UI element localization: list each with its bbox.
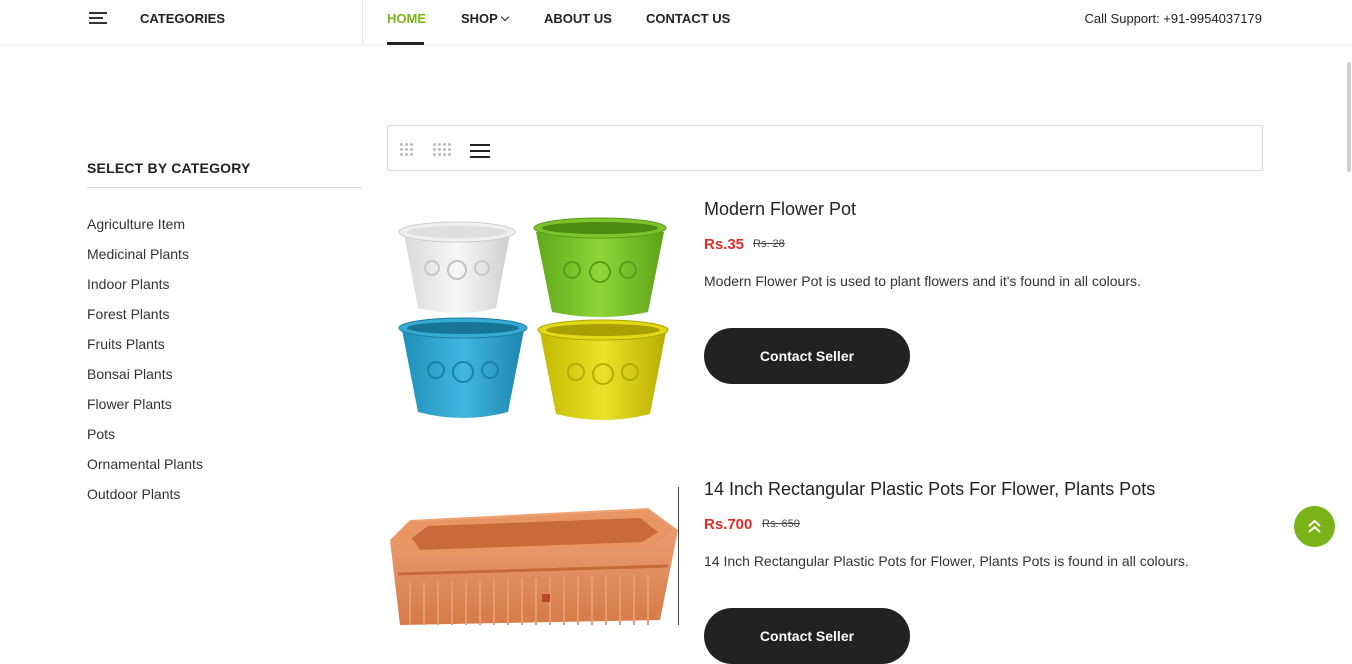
categories-label[interactable]: CATEGORIES	[140, 11, 225, 26]
hamburger-menu-icon[interactable]	[89, 12, 107, 26]
category-item-forest[interactable]: Forest Plants	[87, 306, 203, 336]
nav-shop[interactable]: SHOP	[461, 11, 510, 26]
page-scrollbar[interactable]	[1347, 62, 1351, 172]
contact-seller-button[interactable]: Contact Seller	[704, 328, 910, 384]
product-image-rectangular-pot[interactable]	[390, 490, 678, 625]
product-old-price: Rs. 650	[762, 518, 800, 530]
nav-contact-us[interactable]: CONTACT US	[646, 11, 730, 26]
category-item-medicinal[interactable]: Medicinal Plants	[87, 246, 203, 276]
nav-active-underline	[387, 42, 424, 45]
nav-home[interactable]: HOME	[387, 11, 426, 26]
product-old-price: Rs. 28	[753, 238, 785, 250]
product-description: Modern Flower Pot is used to plant flowe…	[704, 273, 1141, 289]
category-item-bonsai[interactable]: Bonsai Plants	[87, 366, 203, 396]
image-divider	[678, 487, 679, 625]
top-navbar: CATEGORIES HOME SHOP ABOUT US CONTACT US…	[0, 0, 1352, 45]
category-item-agriculture[interactable]: Agriculture Item	[87, 216, 203, 246]
nav-about-us[interactable]: ABOUT US	[544, 11, 612, 26]
call-support: Call Support: +91-9954037179	[1084, 11, 1262, 26]
product-price: Rs.700	[704, 516, 753, 533]
category-list: Agriculture Item Medicinal Plants Indoor…	[87, 216, 203, 516]
nav-shop-label: SHOP	[461, 11, 498, 26]
product-title[interactable]: 14 Inch Rectangular Plastic Pots For Flo…	[704, 479, 1155, 500]
category-item-fruits[interactable]: Fruits Plants	[87, 336, 203, 366]
sidebar-divider	[87, 187, 362, 188]
grid-4-icon[interactable]	[433, 143, 451, 156]
contact-seller-button[interactable]: Contact Seller	[704, 608, 910, 664]
product-image-flower-pots[interactable]	[390, 212, 675, 427]
category-item-indoor[interactable]: Indoor Plants	[87, 276, 203, 306]
grid-3-icon[interactable]	[400, 143, 413, 156]
category-item-pots[interactable]: Pots	[87, 426, 203, 456]
sidebar-title: SELECT BY CATEGORY	[87, 160, 251, 176]
chevron-down-icon	[500, 12, 510, 22]
category-item-flower[interactable]: Flower Plants	[87, 396, 203, 426]
product-price: Rs.35	[704, 236, 745, 253]
double-chevron-up-icon	[1308, 519, 1321, 533]
category-item-outdoor[interactable]: Outdoor Plants	[87, 486, 203, 516]
scroll-to-top-button[interactable]	[1294, 506, 1335, 547]
header-divider	[362, 0, 363, 44]
product-title[interactable]: Modern Flower Pot	[704, 199, 856, 220]
product-description: 14 Inch Rectangular Plastic Pots for Flo…	[704, 553, 1189, 569]
category-item-ornamental[interactable]: Ornamental Plants	[87, 456, 203, 486]
list-view-icon[interactable]	[470, 144, 490, 158]
view-toolbar	[387, 125, 1263, 171]
